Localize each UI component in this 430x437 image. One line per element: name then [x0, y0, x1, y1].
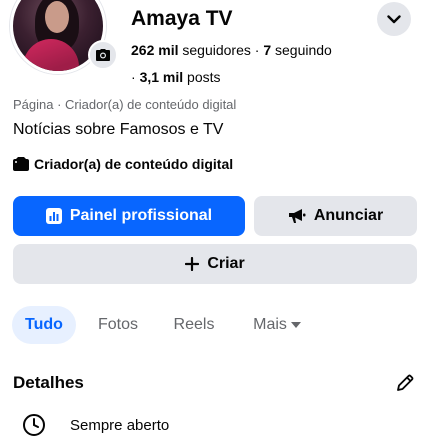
advertise-label: Anunciar: [313, 207, 384, 224]
page-category: Página · Criador(a) de conteúdo digital: [13, 97, 237, 112]
tab-all-label: Tudo: [25, 316, 63, 333]
creator-badge-label: Criador(a) de conteúdo digital: [34, 156, 234, 172]
megaphone-icon: [288, 209, 306, 223]
followers-label[interactable]: seguidores: [182, 42, 251, 58]
creator-icon: [13, 157, 29, 171]
page-title: Amaya TV: [131, 7, 233, 30]
page-bio: Notícias sobre Famosos e TV: [13, 121, 224, 138]
tab-reels[interactable]: Reels: [162, 306, 226, 344]
hours-text: Sempre aberto: [70, 416, 170, 434]
followers-count[interactable]: 262 mil: [131, 42, 178, 58]
caret-down-icon: [290, 322, 301, 328]
professional-dashboard-button[interactable]: Painel profissional: [13, 196, 245, 236]
following-label[interactable]: seguindo: [275, 42, 332, 58]
hours-row: Sempre aberto: [22, 413, 169, 437]
posts-label: posts: [187, 69, 221, 85]
details-heading: Detalhes: [13, 373, 84, 392]
stats-separator: ·: [131, 69, 140, 85]
following-count[interactable]: 7: [263, 42, 271, 58]
tab-more-label: Mais: [253, 316, 287, 333]
plus-icon: [185, 257, 200, 271]
create-label: Criar: [207, 255, 245, 272]
profile-tabs: Tudo Fotos Reels Mais: [0, 306, 430, 346]
posts-stats: · 3,1 mil posts: [131, 69, 221, 85]
advertise-button[interactable]: Anunciar: [254, 196, 417, 236]
creator-badge: Criador(a) de conteúdo digital: [13, 156, 233, 172]
camera-icon: [96, 49, 110, 61]
tab-photos[interactable]: Fotos: [86, 306, 150, 344]
tab-all[interactable]: Tudo: [12, 306, 76, 344]
avatar-face: [45, 1, 69, 33]
professional-dashboard-label: Painel profissional: [69, 207, 213, 224]
tab-more[interactable]: Mais: [242, 306, 312, 344]
tab-photos-label: Fotos: [97, 316, 138, 333]
create-button[interactable]: Criar: [13, 244, 417, 284]
change-photo-button[interactable]: [88, 40, 118, 70]
chevron-down-icon: [387, 14, 401, 23]
profile-menu-button[interactable]: [377, 2, 411, 36]
clock-icon: [23, 414, 45, 436]
tab-reels-label: Reels: [173, 316, 215, 333]
followers-stats: 262 mil seguidores · 7 seguindo: [131, 42, 332, 58]
posts-count: 3,1 mil: [139, 69, 184, 85]
edit-details-button[interactable]: [395, 373, 415, 398]
dashboard-icon: [45, 208, 62, 224]
pencil-icon: [397, 374, 414, 391]
